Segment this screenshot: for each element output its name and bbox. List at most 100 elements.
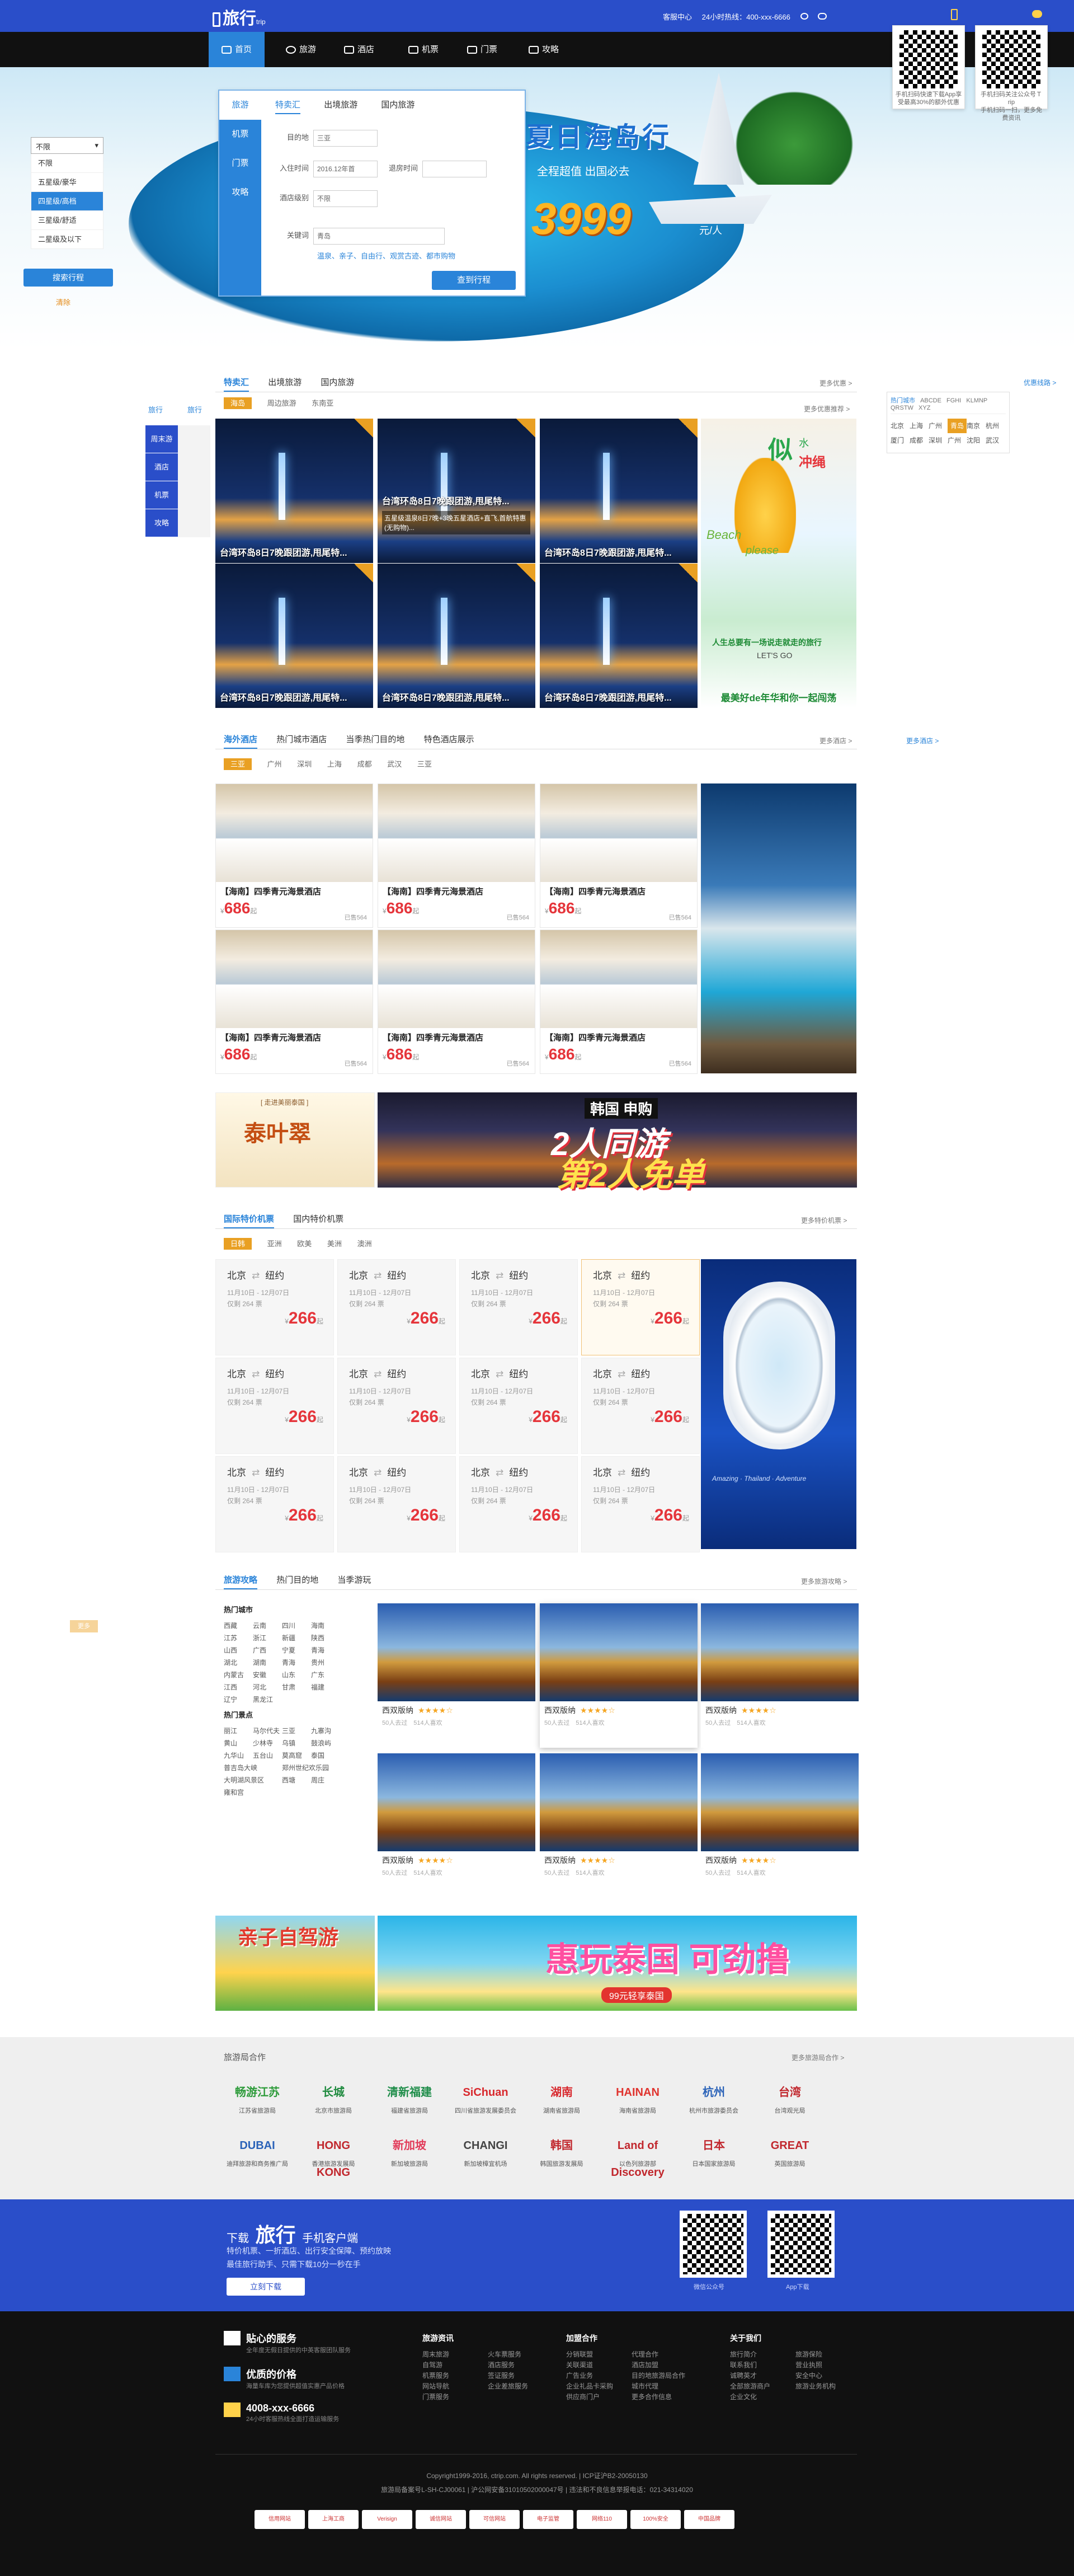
footer-link[interactable]: 广告业务 <box>566 2371 624 2381</box>
partner-logo[interactable]: HAINAN 海南省旅游局 <box>604 2079 671 2115</box>
guide-spot-link[interactable]: 九华山 <box>224 1749 253 1762</box>
side-btn-hotel[interactable]: 酒店 <box>145 453 178 481</box>
footer-link[interactable]: 门票服务 <box>422 2392 480 2403</box>
flight-card[interactable]: 北京 ⇄ 纽约 11月10日 - 12月07日 仅剩 264 票 ¥266起 <box>581 1259 700 1355</box>
footer-link[interactable]: 营业执照 <box>795 2360 853 2371</box>
thailand-banner[interactable]: 泰叶翠[ 走进美丽泰国 ] <box>215 1092 375 1188</box>
keyword-input[interactable]: 青岛 <box>313 228 445 245</box>
flight-card[interactable]: 北京 ⇄ 纽约 11月10日 - 12月07日 仅剩 264 票 ¥266起 <box>459 1456 578 1552</box>
hotel-tab-hot-city[interactable]: 热门城市酒店 <box>276 735 327 744</box>
guide-city-link[interactable]: 新疆 <box>282 1632 311 1644</box>
thailand-promo-banner[interactable]: 惠玩泰国 可劲撸 99元轻享泰国 <box>378 1916 857 2011</box>
partner-logo[interactable]: 新加坡 新加坡旅游局 <box>376 2132 443 2168</box>
footer-link[interactable]: 联系我们 <box>730 2360 788 2371</box>
guide-city-link[interactable]: 宁夏 <box>282 1644 311 1657</box>
clear-link[interactable]: 清除 <box>56 297 70 307</box>
search-cat-travel[interactable]: 旅游 <box>219 91 261 120</box>
hotel-more-side[interactable]: 更多酒店 > <box>906 736 939 745</box>
guide-card[interactable]: 西双版纳 ★★★★☆ 50人去过 514人喜欢 <box>540 1603 698 1748</box>
trust-badge[interactable]: Verisign <box>362 2510 412 2529</box>
footer-link[interactable]: 网站导航 <box>422 2381 480 2392</box>
trust-badge[interactable]: 中国品牌 <box>684 2510 734 2529</box>
hotel-card[interactable]: 【海南】四季青元海景酒店 ¥686起 已售564 <box>215 783 373 928</box>
footer-link[interactable]: 机票服务 <box>422 2371 480 2381</box>
guide-spot-link[interactable]: 五台山 <box>253 1749 282 1762</box>
okinawa-ad[interactable]: 似 水 冲绳 Beach please 人生总要有一场说走就走的旅行 LET'S… <box>701 419 856 707</box>
deal-tile[interactable]: 台湾环岛8日7晚跟团游,甩尾特... 五星级温泉8日7晚+3晚五星酒店+直飞,首航… <box>378 419 535 563</box>
footer-link[interactable]: 火车票服务 <box>488 2349 545 2360</box>
guide-city-link[interactable]: 广西 <box>253 1644 282 1657</box>
guide-card[interactable]: 西双版纳 ★★★★☆ 50人去过 514人喜欢 <box>378 1753 535 1898</box>
flight-card[interactable]: 北京 ⇄ 纽约 11月10日 - 12月07日 仅剩 264 票 ¥266起 <box>459 1358 578 1454</box>
trust-badge[interactable]: 可信网站 <box>469 2510 520 2529</box>
guide-city-link[interactable]: 湖北 <box>224 1657 253 1669</box>
brand-logo[interactable]: 旅行trip <box>213 4 280 28</box>
footer-link[interactable]: 供应商门户 <box>566 2392 624 2403</box>
hotel-card[interactable]: 【海南】四季青元海景酒店 ¥686起 已售564 <box>540 930 698 1074</box>
footer-link[interactable]: 自驾游 <box>422 2360 480 2371</box>
guide-spot-link[interactable]: 九寨沟 <box>311 1725 340 1737</box>
guide-spot-link[interactable]: 泰国 <box>311 1749 340 1762</box>
guide-city-link[interactable]: 青海 <box>311 1644 340 1657</box>
mobile-icon[interactable] <box>951 9 958 20</box>
city-link[interactable]: 北京 <box>891 419 910 433</box>
partner-logo[interactable]: Land of Discovery 以色列旅游部 <box>604 2132 671 2179</box>
partner-logo[interactable]: 日本 日本国家旅游局 <box>680 2132 747 2168</box>
guide-city-link[interactable]: 西藏 <box>224 1620 253 1632</box>
city-link[interactable]: 杭州 <box>986 419 1005 433</box>
checkin-input[interactable]: 2016.12年首 <box>313 161 378 177</box>
guide-more-link[interactable]: 更多旅游攻略 > <box>801 1576 847 1586</box>
guide-spot-link[interactable]: 雍和宫 <box>224 1786 253 1799</box>
flight-tab-domestic[interactable]: 国内特价机票 <box>293 1214 343 1224</box>
side-tab-travel-2[interactable]: 旅行 <box>187 404 202 415</box>
guide-city-link[interactable]: 内蒙古 <box>224 1669 253 1681</box>
dropdown-option[interactable]: 五星级/豪华 <box>31 173 103 192</box>
guide-spot-link[interactable]: 鼓浪屿 <box>311 1737 340 1749</box>
guide-spot-link[interactable]: 西塘 <box>282 1774 311 1786</box>
footer-link[interactable]: 周末旅游 <box>422 2349 480 2360</box>
partner-logo[interactable]: 杭州 杭州市旅游委员会 <box>680 2079 747 2115</box>
korea-banner[interactable]: 韩国 申购 2人同游 第2人免单 <box>378 1092 857 1193</box>
partner-logo[interactable]: 清新福建 福建省旅游局 <box>376 2079 443 2115</box>
trust-badge[interactable]: 诚信网站 <box>416 2510 466 2529</box>
guide-city-link[interactable]: 江西 <box>224 1681 253 1693</box>
guide-spot-link[interactable]: 周庄 <box>311 1774 340 1786</box>
flight-card[interactable]: 北京 ⇄ 纽约 11月10日 - 12月07日 仅剩 264 票 ¥266起 <box>337 1358 456 1454</box>
guide-city-link[interactable]: 山西 <box>224 1644 253 1657</box>
dropdown-current[interactable]: 不限 ▾ <box>31 137 103 154</box>
footer-link[interactable]: 企业差旅服务 <box>488 2381 545 2392</box>
hotel-card[interactable]: 【海南】四季青元海景酒店 ¥686起 已售564 <box>378 930 535 1074</box>
deals-more-link[interactable]: 更多优惠 > <box>819 378 852 388</box>
nav-home[interactable]: 首页 <box>209 32 265 67</box>
guide-city-link[interactable]: 浙江 <box>253 1632 282 1644</box>
search-cat-guide[interactable]: 攻略 <box>219 178 261 207</box>
footer-link[interactable]: 安全中心 <box>795 2371 853 2381</box>
flight-card[interactable]: 北京 ⇄ 纽约 11月10日 - 12月07日 仅剩 264 票 ¥266起 <box>581 1456 700 1552</box>
partner-logo[interactable]: SiChuan 四川省旅游发展委员会 <box>452 2079 519 2115</box>
flight-card[interactable]: 北京 ⇄ 纽约 11月10日 - 12月07日 仅剩 264 票 ¥266起 <box>581 1358 700 1454</box>
flight-card[interactable]: 北京 ⇄ 纽约 11月10日 - 12月07日 仅剩 264 票 ¥266起 <box>215 1456 334 1552</box>
footer-link[interactable]: 目的地旅游局合作 <box>632 2371 689 2381</box>
side-tab-travel-1[interactable]: 旅行 <box>148 404 163 415</box>
flight-card[interactable]: 北京 ⇄ 纽约 11月10日 - 12月07日 仅剩 264 票 ¥266起 <box>337 1456 456 1552</box>
service-center-link[interactable]: 客服中心 <box>663 13 692 21</box>
flight-tab-intl[interactable]: 国际特价机票 <box>224 1214 275 1229</box>
search-submit-button[interactable]: 查到行程 <box>432 271 516 290</box>
deals-sub-nearby[interactable]: 周边旅游 <box>267 399 296 407</box>
guide-spot-link[interactable]: 丽江 <box>224 1725 253 1737</box>
city-link[interactable]: 南京 <box>967 419 986 433</box>
trust-badge[interactable]: 电子监管 <box>523 2510 573 2529</box>
guide-card[interactable]: 西双版纳 ★★★★☆ 50人去过 514人喜欢 <box>701 1753 859 1898</box>
dropdown-option[interactable]: 不限 <box>31 154 103 173</box>
footer-link[interactable]: 旅游保险 <box>795 2349 853 2360</box>
destination-input[interactable]: 三亚 <box>313 130 378 147</box>
deals-sub-island[interactable]: 海岛 <box>224 397 252 409</box>
deals-sub-sea[interactable]: 东南亚 <box>312 399 333 407</box>
deals-tab-sale[interactable]: 特卖汇 <box>224 378 249 392</box>
hotel-tab-feature[interactable]: 特色酒店展示 <box>424 735 474 744</box>
partner-logo[interactable]: GREAT 英国旅游局 <box>756 2132 823 2168</box>
city-link[interactable]: 青岛 <box>948 419 967 433</box>
partner-logo[interactable]: CHANGI 新加坡樟宜机场 <box>452 2132 519 2168</box>
hotel-card[interactable]: 【海南】四季青元海景酒店 ¥686起 已售564 <box>215 930 373 1074</box>
partner-logo[interactable]: DUBAI 迪拜旅游和商务推广局 <box>224 2132 291 2168</box>
